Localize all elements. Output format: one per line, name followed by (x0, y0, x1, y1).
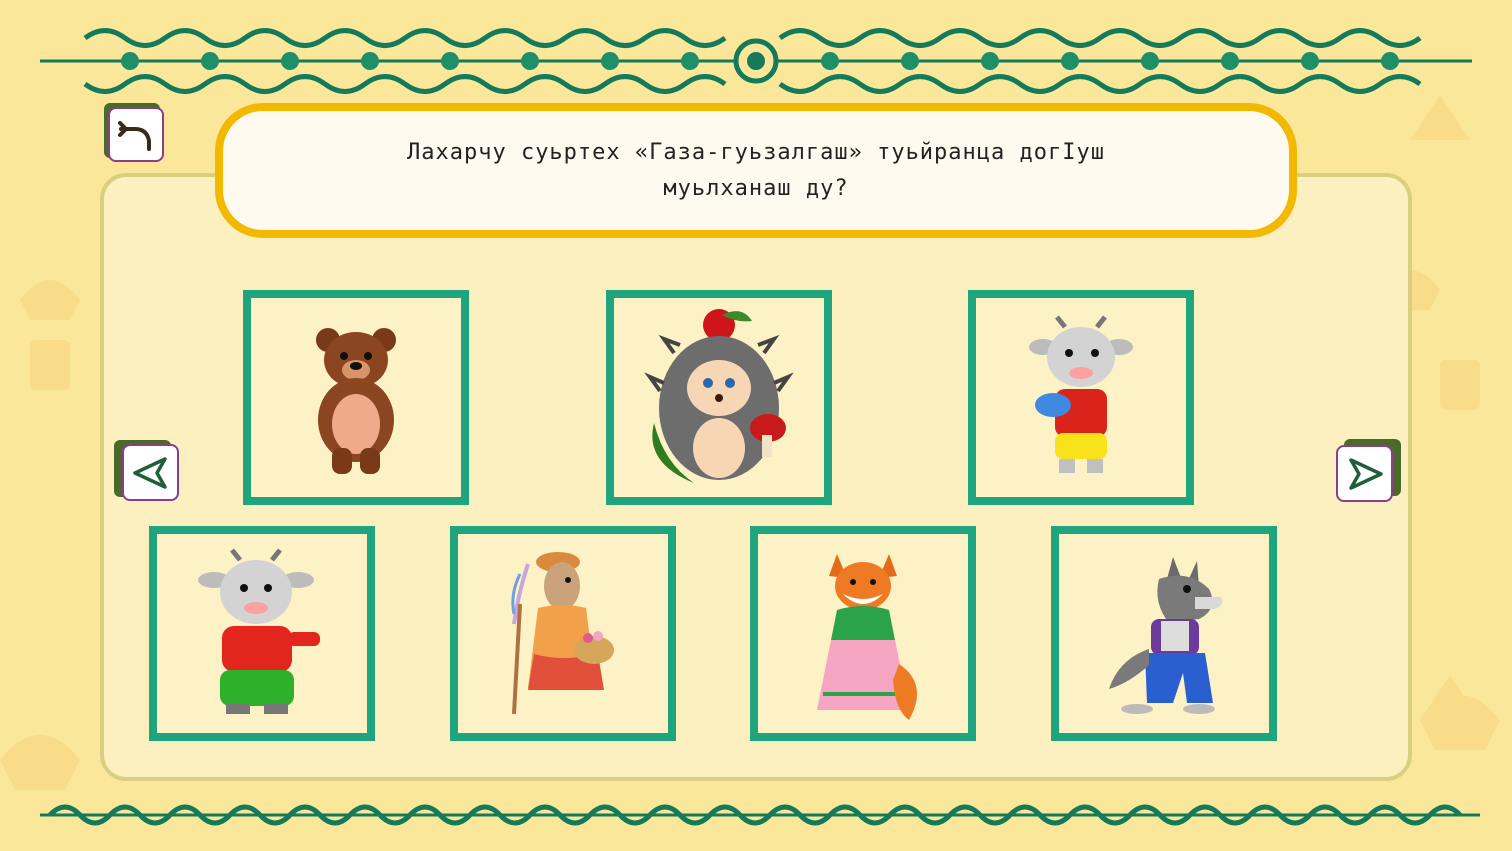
top-ornament (40, 28, 1472, 94)
goat-kid-blue-shirt-icon (1029, 314, 1133, 473)
card-bear[interactable] (243, 290, 469, 505)
bottom-ornament (40, 804, 1480, 826)
card-mother-goat[interactable] (450, 526, 676, 741)
hedgehog-icon (644, 308, 794, 483)
back-button[interactable] (104, 103, 164, 162)
question-box: Лахарчу суьртех «Газа-гуьзалгаш» туьйран… (215, 103, 1297, 238)
card-fox[interactable] (750, 526, 976, 741)
fox-icon (817, 553, 917, 720)
card-wolf[interactable] (1051, 526, 1277, 741)
bear-icon (316, 327, 396, 474)
previous-button[interactable] (114, 440, 179, 501)
next-button[interactable] (1336, 439, 1401, 502)
right-triangle-icon (1348, 457, 1383, 490)
goat-kid-red-shirt-icon (198, 548, 320, 714)
back-arrow-icon (118, 120, 151, 151)
card-goat-kid-red[interactable] (149, 526, 375, 741)
question-text: Лахарчу суьртех «Газа-гуьзалгаш» туьйран… (366, 135, 1146, 207)
card-hedgehog[interactable] (606, 290, 832, 505)
question-line-2: муьлханаш ду? (663, 175, 849, 201)
card-goat-kid-blue[interactable] (968, 290, 1194, 505)
left-triangle-icon (132, 456, 167, 489)
wolf-icon (1109, 556, 1223, 714)
question-line-1: Лахарчу суьртех «Газа-гуьзалгаш» туьйран… (406, 139, 1105, 165)
mother-goat-icon (511, 551, 614, 714)
